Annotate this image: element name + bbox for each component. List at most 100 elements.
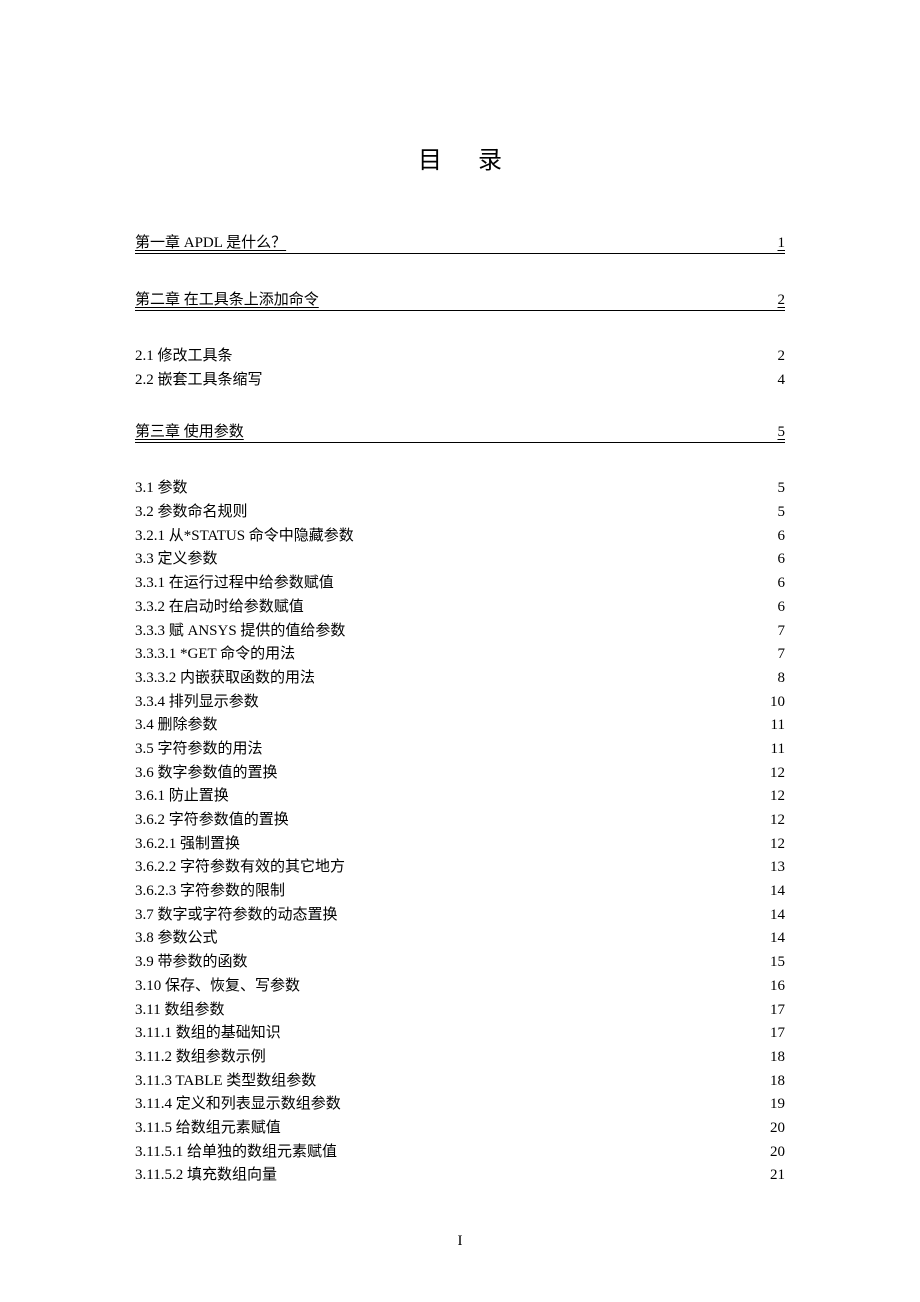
toc-entry[interactable]: 3.11.1 数组的基础知识 17 (135, 1022, 785, 1046)
entry-page: 20 (770, 1117, 785, 1141)
toc-entry[interactable]: 3.4 删除参数 11 (135, 714, 785, 738)
toc-entry[interactable]: 3.6 数字参数值的置换 12 (135, 762, 785, 786)
entry-label: 3.3.3 赋 ANSYS 提供的值给参数 (135, 620, 345, 644)
entry-label: 3.9 带参数的函数 (135, 951, 248, 975)
toc-body: 第一章 APDL 是什么？1第二章 在工具条上添加命令22.1 修改工具条22.… (135, 231, 785, 1216)
toc-entry[interactable]: 3.8 参数公式 14 (135, 927, 785, 951)
chapter-heading[interactable]: 第一章 APDL 是什么？ 1 (135, 231, 785, 254)
chapter-page: 1 (778, 235, 786, 252)
toc-entry[interactable]: 3.6.2.2 字符参数有效的其它地方13 (135, 856, 785, 880)
toc-entry[interactable]: 3.6.2.3 字符参数的限制 14 (135, 880, 785, 904)
entry-label: 3.3.2 在启动时给参数赋值 (135, 596, 304, 620)
entry-label: 3.11.1 数组的基础知识 (135, 1022, 281, 1046)
chapter-page: 2 (778, 292, 786, 309)
toc-entry[interactable]: 3.11.5.1 给单独的数组元素赋值 20 (135, 1141, 785, 1165)
entry-page: 17 (770, 999, 785, 1023)
entry-label: 3.3.3.2 内嵌获取函数的用法 (135, 667, 315, 691)
toc-entry[interactable]: 3.3.4 排列显示参数 10 (135, 691, 785, 715)
entry-page: 12 (770, 833, 785, 857)
entry-label: 3.7 数字或字符参数的动态置换 (135, 904, 338, 928)
entry-page: 14 (770, 927, 785, 951)
entry-label: 3.1 参数 (135, 477, 188, 501)
entry-page: 14 (770, 880, 785, 904)
entry-page: 10 (770, 691, 785, 715)
toc-entry[interactable]: 3.11.5 给数组元素赋值 20 (135, 1117, 785, 1141)
entry-page: 15 (770, 951, 785, 975)
entry-page: 7 (778, 643, 786, 667)
toc-title: 目录 (135, 140, 785, 175)
entry-page: 4 (778, 369, 786, 393)
entry-page: 6 (778, 525, 786, 549)
entry-page: 19 (770, 1093, 785, 1117)
toc-entry[interactable]: 3.6.2 字符参数值的置换 12 (135, 809, 785, 833)
entry-label: 3.10 保存、恢复、写参数 (135, 975, 300, 999)
entry-page: 12 (770, 809, 785, 833)
entry-page: 13 (770, 856, 785, 880)
toc-entry[interactable]: 3.11 数组参数 17 (135, 999, 785, 1023)
entry-page: 14 (770, 904, 785, 928)
toc-entry[interactable]: 3.3.3 赋 ANSYS 提供的值给参数7 (135, 620, 785, 644)
entry-label: 3.11.4 定义和列表显示数组参数 (135, 1093, 341, 1117)
entry-label: 2.1 修改工具条 (135, 345, 233, 369)
entry-label: 3.6.2 字符参数值的置换 (135, 809, 289, 833)
toc-entry[interactable]: 3.5 字符参数的用法 11 (135, 738, 785, 762)
toc-entry[interactable]: 3.2.1 从*STATUS 命令中隐藏参数 6 (135, 525, 785, 549)
entry-label: 3.6 数字参数值的置换 (135, 762, 278, 786)
toc-entry[interactable]: 2.2 嵌套工具条缩写 4 (135, 369, 785, 393)
entry-page: 6 (778, 596, 786, 620)
chapter-label: 第三章 使用参数 (135, 420, 244, 441)
toc-entry[interactable]: 3.3.2 在启动时给参数赋值 6 (135, 596, 785, 620)
chapter-heading[interactable]: 第二章 在工具条上添加命令2 (135, 288, 785, 311)
toc-entry[interactable]: 3.1 参数 5 (135, 477, 785, 501)
chapter-label: 第一章 APDL 是什么？ (135, 231, 286, 252)
toc-entry[interactable]: 3.11.2 数组参数示例18 (135, 1046, 785, 1070)
entry-page: 12 (770, 785, 785, 809)
entry-label: 3.2.1 从*STATUS 命令中隐藏参数 (135, 525, 354, 549)
entry-label: 3.8 参数公式 (135, 927, 218, 951)
entry-label: 3.11 数组参数 (135, 999, 224, 1023)
toc-entry[interactable]: 3.7 数字或字符参数的动态置换 14 (135, 904, 785, 928)
entry-label: 3.6.2.3 字符参数的限制 (135, 880, 285, 904)
toc-entry[interactable]: 3.3.3.2 内嵌获取函数的用法8 (135, 667, 785, 691)
entry-page: 21 (770, 1164, 785, 1188)
toc-entry[interactable]: 3.3.3.1 *GET 命令的用法 7 (135, 643, 785, 667)
spacer (135, 449, 785, 477)
chapter-page: 5 (778, 424, 786, 441)
toc-entry[interactable]: 3.6.2.1 强制置换 12 (135, 833, 785, 857)
spacer (135, 1188, 785, 1216)
entry-label: 2.2 嵌套工具条缩写 (135, 369, 263, 393)
entry-label: 3.2 参数命名规则 (135, 501, 248, 525)
entry-page: 6 (778, 572, 786, 596)
entry-label: 3.3 定义参数 (135, 548, 218, 572)
entry-page: 5 (778, 501, 786, 525)
toc-entry[interactable]: 3.9 带参数的函数 15 (135, 951, 785, 975)
toc-entry[interactable]: 3.6.1 防止置换12 (135, 785, 785, 809)
entry-label: 3.6.2.1 强制置换 (135, 833, 240, 857)
entry-label: 3.3.3.1 *GET 命令的用法 (135, 643, 295, 667)
toc-entry[interactable]: 3.10 保存、恢复、写参数16 (135, 975, 785, 999)
entry-page: 5 (778, 477, 786, 501)
spacer (135, 260, 785, 288)
entry-page: 17 (770, 1022, 785, 1046)
chapter-heading[interactable]: 第三章 使用参数 5 (135, 420, 785, 443)
toc-entry[interactable]: 3.3 定义参数6 (135, 548, 785, 572)
toc-entry[interactable]: 3.11.5.2 填充数组向量21 (135, 1164, 785, 1188)
toc-entry[interactable]: 2.1 修改工具条2 (135, 345, 785, 369)
toc-entry[interactable]: 3.2 参数命名规则 5 (135, 501, 785, 525)
spacer (135, 317, 785, 345)
entry-page: 18 (770, 1046, 785, 1070)
entry-page: 20 (770, 1141, 785, 1165)
spacer (135, 392, 785, 420)
entry-label: 3.11.5 给数组元素赋值 (135, 1117, 281, 1141)
toc-entry[interactable]: 3.3.1 在运行过程中给参数赋值6 (135, 572, 785, 596)
entry-label: 3.5 字符参数的用法 (135, 738, 263, 762)
entry-label: 3.3.4 排列显示参数 (135, 691, 259, 715)
toc-entry[interactable]: 3.11.3 TABLE 类型数组参数18 (135, 1070, 785, 1094)
entry-page: 11 (771, 738, 785, 762)
entry-label: 3.4 删除参数 (135, 714, 218, 738)
entry-page: 12 (770, 762, 785, 786)
entry-label: 3.11.5.1 给单独的数组元素赋值 (135, 1141, 337, 1165)
entry-label: 3.11.3 TABLE 类型数组参数 (135, 1070, 316, 1094)
entry-page: 11 (771, 714, 785, 738)
toc-entry[interactable]: 3.11.4 定义和列表显示数组参数 19 (135, 1093, 785, 1117)
